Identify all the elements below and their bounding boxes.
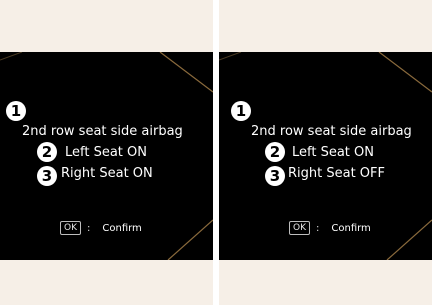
callout-marker-2: 2: [37, 142, 57, 162]
left-seat-status[interactable]: Left Seat ON: [292, 145, 374, 160]
confirm-label: Confirm: [102, 222, 142, 234]
airbag-setting-title: 2nd row seat side airbag: [251, 124, 412, 139]
callout-marker-3: 3: [37, 166, 57, 186]
panel-seat-airbag-on: 1 2nd row seat side airbag 2 Left Seat O…: [0, 0, 213, 305]
callout-marker-1: 1: [6, 101, 26, 121]
cluster-display: 1 2nd row seat side airbag 2 Left Seat O…: [219, 52, 432, 260]
panel-seat-airbag-off: 1 2nd row seat side airbag 2 Left Seat O…: [219, 0, 432, 305]
confirm-hint: OK : Confirm: [289, 220, 371, 236]
cluster-display: 1 2nd row seat side airbag 2 Left Seat O…: [0, 52, 213, 260]
right-seat-status[interactable]: Right Seat ON: [61, 166, 153, 181]
right-seat-status[interactable]: Right Seat OFF: [288, 166, 385, 181]
confirm-hint: OK : Confirm: [60, 220, 142, 236]
confirm-separator: :: [316, 222, 320, 234]
ok-key-icon[interactable]: OK: [289, 221, 310, 235]
left-seat-status[interactable]: Left Seat ON: [65, 145, 147, 160]
callout-marker-2: 2: [265, 142, 285, 162]
callout-marker-3: 3: [265, 166, 285, 186]
confirm-label: Confirm: [331, 222, 371, 234]
confirm-separator: :: [87, 222, 91, 234]
callout-marker-1: 1: [231, 101, 251, 121]
ok-key-icon[interactable]: OK: [60, 221, 81, 235]
comparison-figure: 1 2nd row seat side airbag 2 Left Seat O…: [0, 0, 432, 305]
airbag-setting-title: 2nd row seat side airbag: [22, 124, 183, 139]
